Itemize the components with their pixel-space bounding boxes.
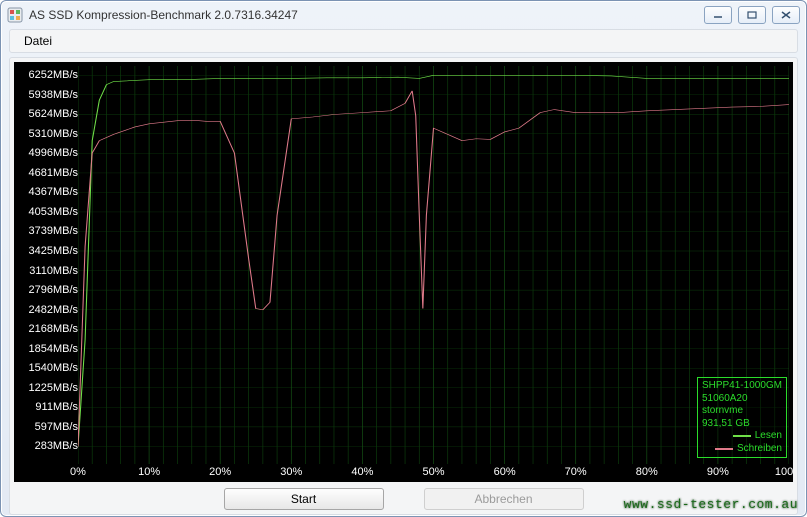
- x-tick-label: 50%: [422, 466, 444, 478]
- y-tick-label: 2796MB/s: [28, 284, 78, 296]
- y-tick-label: 5310MB/s: [28, 128, 78, 140]
- y-tick-label: 1225MB/s: [28, 382, 78, 394]
- legend-read-swatch: [733, 435, 751, 437]
- legend-model: SHPP41-1000GM: [702, 380, 782, 393]
- titlebar[interactable]: AS SSD Kompression-Benchmark 2.0.7316.34…: [1, 1, 806, 29]
- legend-write-row: Schreiben: [702, 443, 782, 456]
- legend-write-label: Schreiben: [737, 443, 782, 456]
- y-tick-label: 4996MB/s: [28, 147, 78, 159]
- abort-button: Abbrechen: [424, 488, 584, 510]
- minimize-button[interactable]: [704, 6, 732, 24]
- y-tick-label: 4681MB/s: [28, 167, 78, 179]
- plot-area: [78, 66, 789, 464]
- x-tick-label: 20%: [209, 466, 231, 478]
- legend-read-label: Lesen: [755, 430, 782, 443]
- chart: 283MB/s 597MB/s 911MB/s 1225MB/s 1540MB/s 185…: [14, 62, 793, 482]
- y-tick-label: 911MB/s: [35, 401, 78, 413]
- y-tick-label: 1540MB/s: [28, 362, 78, 374]
- y-tick-label: 597MB/s: [35, 421, 78, 433]
- y-tick-label: 4367MB/s: [28, 186, 78, 198]
- window-title: AS SSD Kompression-Benchmark 2.0.7316.34…: [29, 8, 704, 22]
- y-tick-label: 3425MB/s: [28, 245, 78, 257]
- y-tick-label: 5624MB/s: [28, 108, 78, 120]
- y-tick-label: 3739MB/s: [28, 225, 78, 237]
- x-tick-label: 70%: [565, 466, 587, 478]
- x-tick-label: 80%: [636, 466, 658, 478]
- y-tick-label: 6252MB/s: [28, 69, 78, 81]
- chart-panel: 283MB/s 597MB/s 911MB/s 1225MB/s 1540MB/s 185…: [9, 57, 798, 515]
- y-tick-label: 5938MB/s: [28, 89, 78, 101]
- window-controls: [704, 6, 800, 24]
- app-window: AS SSD Kompression-Benchmark 2.0.7316.34…: [0, 0, 807, 517]
- x-tick-label: 40%: [351, 466, 373, 478]
- maximize-button[interactable]: [738, 6, 766, 24]
- x-tick-label: 100%: [775, 466, 793, 478]
- x-axis-labels: 0%10%20%30%40%50%60%70%80%90%100%: [78, 466, 789, 480]
- y-tick-label: 283MB/s: [35, 440, 78, 452]
- y-tick-label: 1854MB/s: [28, 343, 78, 355]
- x-tick-label: 30%: [280, 466, 302, 478]
- x-tick-label: 90%: [707, 466, 729, 478]
- y-tick-label: 3110MB/s: [29, 265, 78, 277]
- x-tick-label: 60%: [494, 466, 516, 478]
- legend: SHPP41-1000GM 51060A20 stornvme 931,51 G…: [697, 377, 787, 458]
- y-tick-label: 2168MB/s: [28, 323, 78, 335]
- start-button[interactable]: Start: [224, 488, 384, 510]
- watermark: www.ssd-tester.com.au: [624, 497, 798, 512]
- menu-file[interactable]: Datei: [18, 32, 58, 50]
- legend-driver: stornvme: [702, 405, 782, 418]
- legend-read-row: Lesen: [702, 430, 782, 443]
- legend-firmware: 51060A20: [702, 393, 782, 406]
- menubar: Datei: [9, 29, 798, 53]
- close-button[interactable]: [772, 6, 800, 24]
- legend-capacity: 931,51 GB: [702, 418, 782, 431]
- legend-write-swatch: [715, 448, 733, 450]
- y-tick-label: 2482MB/s: [28, 304, 78, 316]
- x-tick-label: 0%: [70, 466, 86, 478]
- y-tick-label: 4053MB/s: [28, 206, 78, 218]
- app-icon: [7, 7, 23, 23]
- x-tick-label: 10%: [138, 466, 160, 478]
